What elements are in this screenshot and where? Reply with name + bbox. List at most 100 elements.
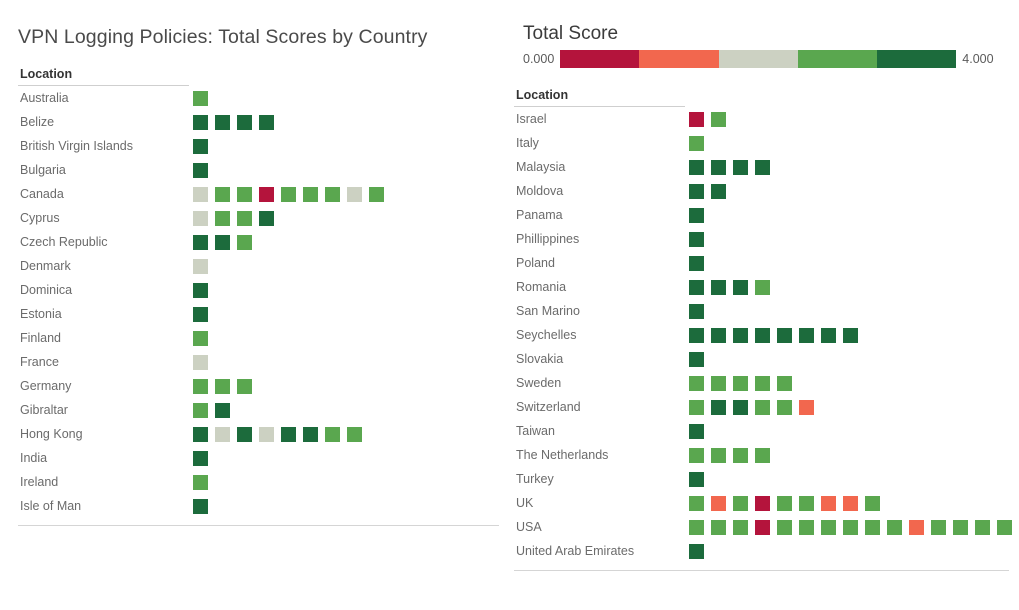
score-mark[interactable] bbox=[843, 327, 858, 343]
score-mark[interactable] bbox=[711, 495, 726, 511]
table-row[interactable]: India bbox=[18, 446, 509, 470]
score-mark[interactable] bbox=[689, 255, 704, 271]
score-mark[interactable] bbox=[843, 495, 858, 511]
score-mark[interactable] bbox=[237, 234, 252, 250]
score-mark[interactable] bbox=[193, 90, 208, 106]
score-mark[interactable] bbox=[755, 495, 770, 511]
score-mark[interactable] bbox=[689, 399, 704, 415]
score-mark[interactable] bbox=[799, 519, 814, 535]
score-mark[interactable] bbox=[193, 330, 208, 346]
score-mark[interactable] bbox=[259, 210, 274, 226]
score-mark[interactable] bbox=[303, 426, 318, 442]
score-mark[interactable] bbox=[193, 210, 208, 226]
score-mark[interactable] bbox=[193, 378, 208, 394]
table-row[interactable]: Romania bbox=[514, 275, 1019, 299]
score-mark[interactable] bbox=[689, 519, 704, 535]
score-mark[interactable] bbox=[865, 519, 880, 535]
table-row[interactable]: Moldova bbox=[514, 179, 1019, 203]
score-mark[interactable] bbox=[325, 426, 340, 442]
score-mark[interactable] bbox=[755, 327, 770, 343]
table-row[interactable]: Switzerland bbox=[514, 395, 1019, 419]
score-mark[interactable] bbox=[777, 375, 792, 391]
score-mark[interactable] bbox=[733, 495, 748, 511]
score-mark[interactable] bbox=[711, 447, 726, 463]
score-mark[interactable] bbox=[689, 447, 704, 463]
score-mark[interactable] bbox=[689, 279, 704, 295]
score-mark[interactable] bbox=[193, 114, 208, 130]
score-mark[interactable] bbox=[711, 399, 726, 415]
score-mark[interactable] bbox=[689, 351, 704, 367]
table-row[interactable]: USA ⋯ bbox=[514, 515, 1019, 539]
legend-color-ramp[interactable] bbox=[560, 50, 957, 68]
score-mark[interactable] bbox=[953, 519, 968, 535]
score-mark[interactable] bbox=[777, 495, 792, 511]
score-mark[interactable] bbox=[215, 114, 230, 130]
score-mark[interactable] bbox=[193, 450, 208, 466]
score-mark[interactable] bbox=[711, 375, 726, 391]
score-mark[interactable] bbox=[755, 519, 770, 535]
score-mark[interactable] bbox=[215, 210, 230, 226]
score-mark[interactable] bbox=[755, 375, 770, 391]
score-mark[interactable] bbox=[711, 183, 726, 199]
score-mark[interactable] bbox=[733, 375, 748, 391]
score-mark[interactable] bbox=[689, 375, 704, 391]
score-mark[interactable] bbox=[689, 303, 704, 319]
score-mark[interactable] bbox=[689, 207, 704, 223]
score-mark[interactable] bbox=[215, 234, 230, 250]
table-row[interactable]: Panama bbox=[514, 203, 1019, 227]
score-mark[interactable] bbox=[821, 519, 836, 535]
table-row[interactable]: Cyprus bbox=[18, 206, 509, 230]
score-mark[interactable] bbox=[193, 258, 208, 274]
score-mark[interactable] bbox=[259, 186, 274, 202]
score-mark[interactable] bbox=[193, 162, 208, 178]
score-mark[interactable] bbox=[193, 354, 208, 370]
table-row[interactable]: Belize bbox=[18, 110, 509, 134]
score-mark[interactable] bbox=[237, 426, 252, 442]
score-mark[interactable] bbox=[887, 519, 902, 535]
score-mark[interactable] bbox=[777, 519, 792, 535]
score-mark[interactable] bbox=[237, 378, 252, 394]
table-row[interactable]: Isle of Man bbox=[18, 494, 509, 518]
table-row[interactable]: Czech Republic bbox=[18, 230, 509, 254]
table-row[interactable]: Turkey bbox=[514, 467, 1019, 491]
score-mark[interactable] bbox=[689, 495, 704, 511]
table-row[interactable]: UK bbox=[514, 491, 1019, 515]
score-mark[interactable] bbox=[259, 114, 274, 130]
score-mark[interactable] bbox=[689, 135, 704, 151]
score-mark[interactable] bbox=[843, 519, 858, 535]
score-mark[interactable] bbox=[215, 426, 230, 442]
score-mark[interactable] bbox=[689, 471, 704, 487]
table-row[interactable]: Dominica bbox=[18, 278, 509, 302]
score-mark[interactable] bbox=[193, 498, 208, 514]
table-row[interactable]: Finland bbox=[18, 326, 509, 350]
table-row[interactable]: France bbox=[18, 350, 509, 374]
score-mark[interactable] bbox=[325, 186, 340, 202]
score-mark[interactable] bbox=[733, 519, 748, 535]
table-row[interactable]: United Arab Emirates bbox=[514, 539, 1019, 563]
score-mark[interactable] bbox=[237, 210, 252, 226]
score-mark[interactable] bbox=[237, 114, 252, 130]
score-mark[interactable] bbox=[347, 426, 362, 442]
table-row[interactable]: Bulgaria bbox=[18, 158, 509, 182]
score-mark[interactable] bbox=[369, 186, 384, 202]
score-mark[interactable] bbox=[711, 519, 726, 535]
table-row[interactable]: Italy bbox=[514, 131, 1019, 155]
table-row[interactable]: Slovakia bbox=[514, 347, 1019, 371]
score-mark[interactable] bbox=[193, 306, 208, 322]
score-mark[interactable] bbox=[193, 426, 208, 442]
score-mark[interactable] bbox=[193, 138, 208, 154]
table-row[interactable]: Germany bbox=[18, 374, 509, 398]
score-mark[interactable] bbox=[689, 111, 704, 127]
table-row[interactable]: Sweden bbox=[514, 371, 1019, 395]
score-mark[interactable] bbox=[711, 111, 726, 127]
score-mark[interactable] bbox=[281, 186, 296, 202]
score-mark[interactable] bbox=[711, 327, 726, 343]
table-row[interactable]: Estonia bbox=[18, 302, 509, 326]
score-mark[interactable] bbox=[711, 279, 726, 295]
score-mark[interactable] bbox=[733, 279, 748, 295]
score-mark[interactable] bbox=[975, 519, 990, 535]
score-mark[interactable] bbox=[733, 159, 748, 175]
score-mark[interactable] bbox=[281, 426, 296, 442]
score-mark[interactable] bbox=[259, 426, 274, 442]
table-row[interactable]: British Virgin Islands bbox=[18, 134, 509, 158]
